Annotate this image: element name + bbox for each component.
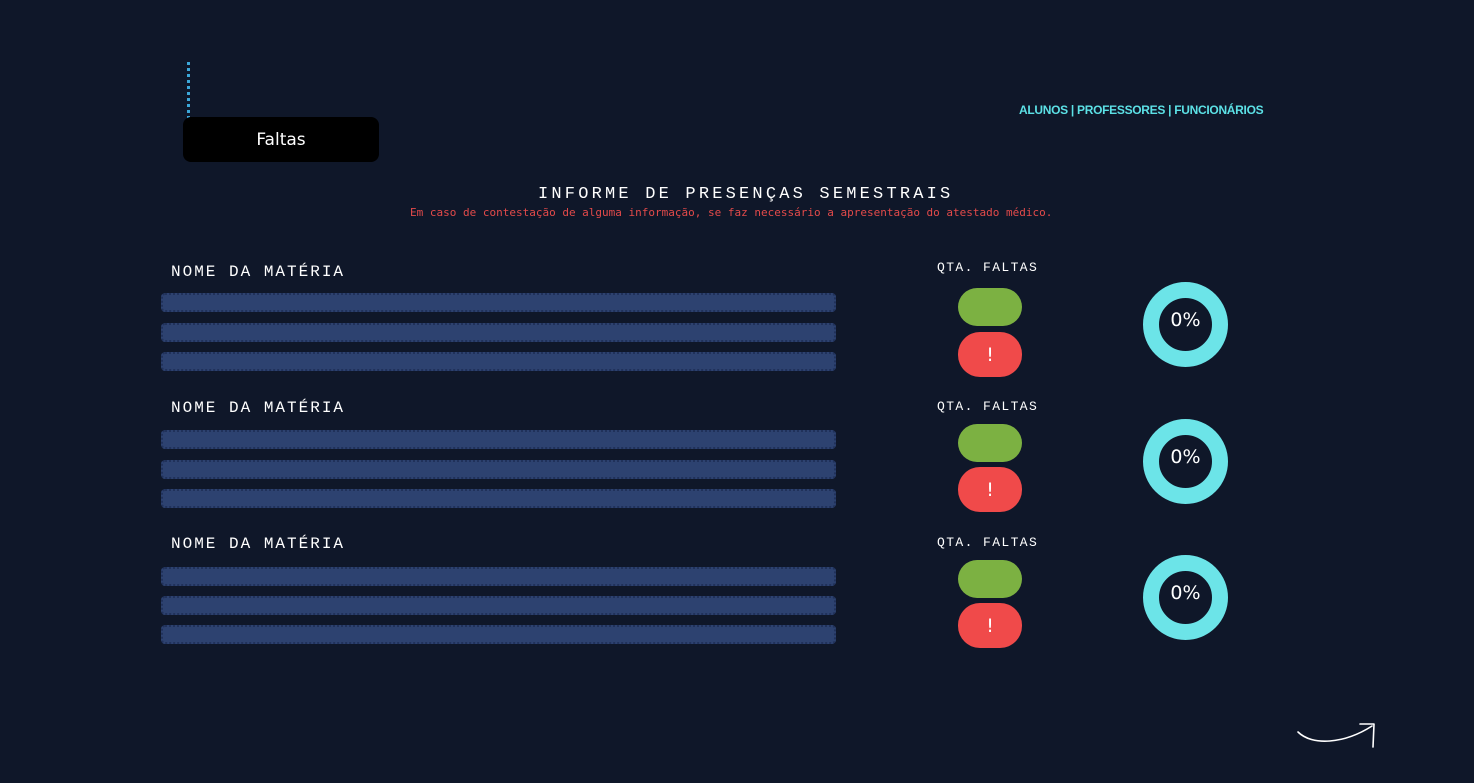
subject-bar — [161, 293, 836, 312]
subject-bar — [161, 460, 836, 479]
subject-bar — [161, 567, 836, 586]
subject-block: NOME DA MATÉRIA QTA. FALTAS ! 0% — [0, 399, 1474, 535]
subject-block: NOME DA MATÉRIA QTA. FALTAS ! 0% — [0, 260, 1474, 399]
nav-separator: | — [1070, 103, 1074, 117]
attendance-percentage-ring: 0% — [1143, 555, 1228, 640]
subject-bar — [161, 430, 836, 449]
absences-label: QTA. FALTAS — [937, 535, 1039, 550]
subject-bar — [161, 323, 836, 342]
subject-name-label: NOME DA MATÉRIA — [171, 399, 346, 417]
attendance-percentage-ring: 0% — [1143, 419, 1228, 504]
subject-bar — [161, 489, 836, 508]
tab-faltas[interactable]: Faltas — [183, 117, 379, 162]
attendance-percentage: 0% — [1170, 582, 1201, 604]
nav-link-professores[interactable]: PROFESSORES — [1077, 103, 1165, 117]
subject-bar — [161, 352, 836, 371]
page-title: INFORME DE PRESENÇAS SEMESTRAIS — [538, 185, 954, 204]
attendance-percentage: 0% — [1170, 309, 1201, 331]
absences-alert-button[interactable]: ! — [958, 467, 1022, 512]
subject-block: NOME DA MATÉRIA QTA. FALTAS ! 0% — [0, 535, 1474, 671]
attendance-percentage-ring: 0% — [1143, 282, 1228, 367]
absences-ok-button[interactable] — [958, 424, 1022, 462]
absences-alert-button[interactable]: ! — [958, 332, 1022, 377]
subject-bar — [161, 625, 836, 644]
absences-ok-button[interactable] — [958, 560, 1022, 598]
notice-text: Em caso de contestação de alguma informa… — [410, 206, 1053, 219]
absences-alert-button[interactable]: ! — [958, 603, 1022, 648]
subject-name-label: NOME DA MATÉRIA — [171, 535, 346, 553]
nav-link-alunos[interactable]: ALUNOS — [1019, 103, 1068, 117]
subject-bar — [161, 596, 836, 615]
decorative-dotted-line — [187, 62, 190, 118]
curved-arrow-right-icon[interactable] — [1294, 718, 1378, 752]
nav-link-funcionarios[interactable]: FUNCIONÁRIOS — [1174, 103, 1263, 117]
absences-ok-button[interactable] — [958, 288, 1022, 326]
subject-name-label: NOME DA MATÉRIA — [171, 263, 346, 281]
absences-label: QTA. FALTAS — [937, 399, 1039, 414]
nav-separator: | — [1168, 103, 1172, 117]
attendance-percentage: 0% — [1170, 446, 1201, 468]
absences-label: QTA. FALTAS — [937, 260, 1039, 275]
top-navigation: ALUNOS | PROFESSORES | FUNCIONÁRIOS — [1019, 103, 1264, 117]
